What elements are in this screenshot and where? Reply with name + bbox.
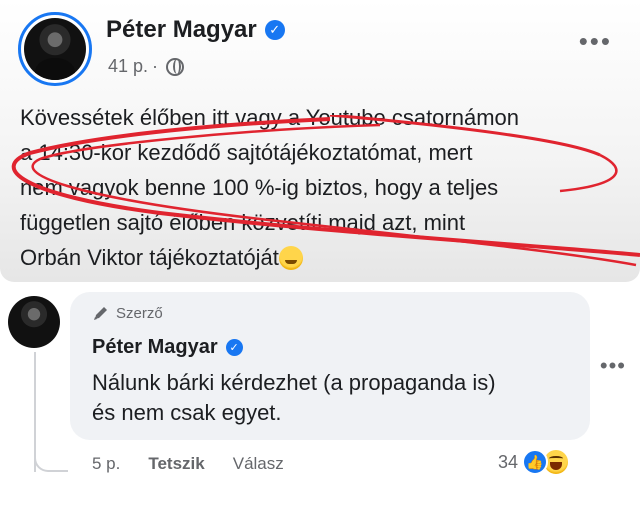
post-text-line: a 14:30-kor kezdődő sajtótájékoztatómat,… (20, 140, 473, 165)
post-author-name[interactable]: Péter Magyar (106, 16, 257, 44)
post-text-line: nem vagyok benne 100 %-ig biztos, hogy a… (20, 175, 499, 200)
comment-section: Szerző Péter Magyar ✓ Nálunk bárki kérde… (0, 282, 640, 505)
reactions-summary[interactable]: 34 👍 (498, 448, 571, 476)
comment-author-avatar[interactable] (8, 296, 60, 348)
comment-text-line: és nem csak egyet. (92, 400, 282, 425)
post-meta: 41 p. · (108, 56, 185, 77)
meta-separator: · (152, 56, 159, 76)
author-avatar[interactable] (18, 12, 92, 86)
post-card: Péter Magyar ✓ 41 p. · ••• Kövessétek él… (0, 0, 640, 282)
pen-icon (94, 307, 107, 320)
reply-button[interactable]: Válasz (233, 454, 284, 474)
comment-bubble: Szerző Péter Magyar ✓ Nálunk bárki kérde… (70, 292, 590, 440)
like-button[interactable]: Tetszik (148, 454, 204, 474)
verified-badge-icon: ✓ (264, 20, 285, 40)
post-author-row: Péter Magyar ✓ (106, 16, 285, 44)
thread-curve (34, 432, 68, 472)
author-badge: Szerző (92, 304, 163, 322)
like-reaction-icon: 👍 (522, 449, 549, 475)
post-text-line-5: Orbán Viktor tájékoztatóját (20, 245, 279, 270)
post-text-line: Orbán Viktor tájékoztatóját (20, 240, 620, 275)
wink-emoji-icon (278, 246, 303, 270)
verified-badge-icon: ✓ (225, 339, 243, 356)
comment-more-options-icon[interactable]: ••• (600, 355, 626, 377)
comment-actions: 5 p. Tetszik Válasz (92, 454, 284, 474)
post-text: Kövessétek élőben itt vagy a Youtube csa… (20, 100, 620, 275)
comment-author-name[interactable]: Péter Magyar (92, 336, 218, 359)
comment-text-line: Nálunk bárki kérdezhet (a propaganda is) (92, 370, 496, 395)
more-options-icon[interactable]: ••• (579, 28, 612, 54)
post-text-line: független sajtó élőben közvetíti majd az… (20, 205, 620, 240)
comment-time[interactable]: 5 p. (92, 454, 120, 474)
comment-author-row: Péter Magyar ✓ (92, 336, 243, 359)
reaction-count: 34 (498, 451, 519, 472)
post-text-line-4: független sajtó élőben közvetíti majd az… (20, 210, 466, 235)
author-badge-label: Szerző (116, 304, 163, 322)
post-time[interactable]: 41 p. (108, 56, 148, 77)
globe-icon (166, 57, 185, 76)
avatar-image (24, 18, 86, 80)
comment-text: Nálunk bárki kérdezhet (a propaganda is)… (92, 368, 582, 428)
post-text-line: Kövessétek élőben itt vagy a Youtube csa… (20, 105, 520, 130)
